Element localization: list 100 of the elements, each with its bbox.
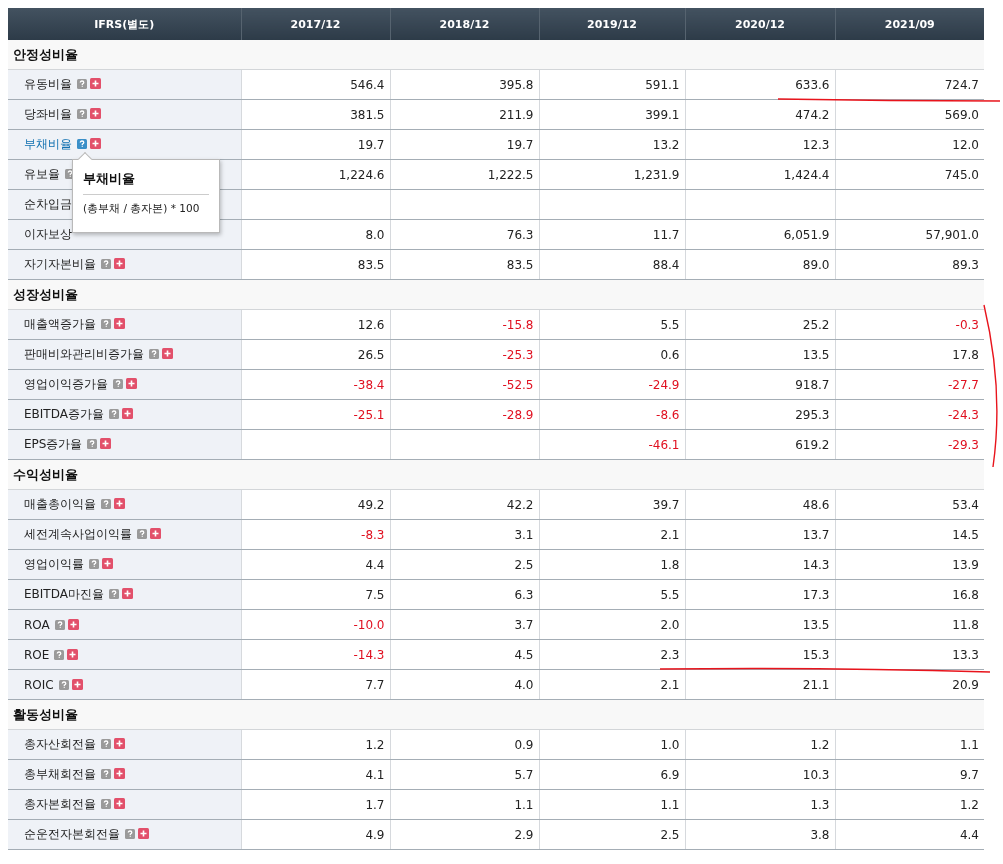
row-label[interactable]: 유보율 xyxy=(24,167,60,181)
table-cell: 2.9 xyxy=(514,827,534,842)
table-cell: -10.0 xyxy=(353,617,385,632)
expand-icon[interactable] xyxy=(67,648,79,660)
expand-icon[interactable] xyxy=(89,78,101,89)
help-icon[interactable] xyxy=(100,769,111,779)
help-icon[interactable] xyxy=(100,259,111,269)
table-cell: 11.7 xyxy=(652,227,680,242)
expand-icon[interactable] xyxy=(101,558,113,569)
row-label[interactable]: 영업이익증가율 xyxy=(24,377,108,391)
table-cell: 13.5 xyxy=(802,617,830,632)
table-cell: 4.4 xyxy=(959,827,979,842)
table-cell: -24.9 xyxy=(648,377,680,392)
expand-icon[interactable] xyxy=(121,408,133,419)
expand-icon[interactable] xyxy=(113,498,125,509)
row-label[interactable]: ROIC xyxy=(24,677,54,692)
expand-icon[interactable] xyxy=(89,108,101,119)
row-label[interactable]: 순차입금 xyxy=(24,197,72,211)
help-icon[interactable] xyxy=(108,409,119,419)
table-cell: 1.2 xyxy=(810,737,830,752)
expand-icon[interactable] xyxy=(121,588,133,599)
row-label[interactable]: 매출액증가율 xyxy=(24,317,96,331)
expand-icon[interactable] xyxy=(67,618,79,630)
help-icon[interactable] xyxy=(58,679,69,690)
expand-icon[interactable] xyxy=(113,738,125,749)
table-cell: -15.8 xyxy=(502,317,534,332)
row-label[interactable]: 매출총이익율 xyxy=(24,497,96,511)
table-cell: 6.3 xyxy=(514,587,534,602)
row-label[interactable]: 총부채회전율 xyxy=(24,767,96,781)
row-label[interactable]: EBITDA증가율 xyxy=(24,407,104,421)
row-label[interactable]: 총자산회전율 xyxy=(24,737,96,751)
row-label[interactable]: 순운전자본회전율 xyxy=(24,827,120,841)
table-cell: 1.2 xyxy=(959,797,979,812)
help-icon[interactable] xyxy=(124,829,135,839)
table-cell: 3.1 xyxy=(514,527,534,542)
table-cell: 1.1 xyxy=(660,797,680,812)
help-icon[interactable] xyxy=(100,319,111,329)
table-cell: 1.0 xyxy=(660,737,680,752)
expand-icon[interactable] xyxy=(125,378,137,389)
row-label[interactable]: 부채비율 xyxy=(24,137,72,151)
table-cell: 88.4 xyxy=(652,257,680,272)
help-icon[interactable] xyxy=(136,529,147,539)
expand-icon[interactable] xyxy=(113,798,125,809)
table-cell: -8.3 xyxy=(361,527,385,542)
expand-icon[interactable] xyxy=(100,438,112,449)
row-label[interactable]: EPS증가율 xyxy=(24,437,83,451)
expand-icon[interactable] xyxy=(113,258,125,269)
help-icon[interactable] xyxy=(76,109,87,119)
help-icon[interactable] xyxy=(76,139,87,149)
row-label[interactable]: 이자보상 xyxy=(24,227,72,241)
table-cell: 1,222.5 xyxy=(487,167,534,182)
table-cell: 14.5 xyxy=(952,527,979,542)
section-header: 성장성비율 xyxy=(8,279,984,310)
table-cell: 12.6 xyxy=(357,317,385,332)
row-label[interactable]: 영업이익률 xyxy=(24,557,84,571)
expand-icon[interactable] xyxy=(89,138,101,149)
table-cell: 26.5 xyxy=(357,347,385,362)
expand-icon[interactable] xyxy=(161,348,173,359)
table-cell: 2.5 xyxy=(660,827,680,842)
row-label[interactable]: ROE xyxy=(24,647,50,662)
section-header: 활동성비율 xyxy=(8,699,984,730)
help-icon[interactable] xyxy=(100,499,111,509)
help-icon[interactable] xyxy=(100,799,111,809)
expand-icon[interactable] xyxy=(113,318,125,329)
help-icon[interactable] xyxy=(64,169,75,179)
table-cell: 12.3 xyxy=(802,137,830,152)
table-cell: 13.3 xyxy=(952,647,979,662)
table-cell: 8.0 xyxy=(365,227,385,242)
help-icon[interactable] xyxy=(87,439,98,449)
expand-icon[interactable] xyxy=(137,828,149,839)
table-cell: 10.3 xyxy=(802,767,830,782)
help-icon[interactable] xyxy=(76,79,87,89)
table-cell: 7.5 xyxy=(365,587,385,602)
table-cell: -52.5 xyxy=(502,377,534,392)
column-header: 2019/12 xyxy=(539,8,685,40)
table-cell: 295.3 xyxy=(795,407,830,422)
table-cell: 0.6 xyxy=(660,347,680,362)
table-cell: 53.4 xyxy=(952,497,979,512)
table-cell: 2.3 xyxy=(660,647,680,662)
row-label[interactable]: 총자본회전율 xyxy=(24,797,96,811)
help-icon[interactable] xyxy=(88,559,99,569)
help-icon[interactable] xyxy=(148,349,159,359)
help-icon[interactable] xyxy=(108,589,119,599)
help-icon[interactable] xyxy=(112,379,123,389)
table-cell: 83.5 xyxy=(357,257,385,272)
row-label[interactable]: 자기자본비율 xyxy=(24,257,96,271)
table-cell: 474.2 xyxy=(795,107,830,122)
row-label[interactable]: 당좌비율 xyxy=(24,107,72,121)
help-icon[interactable] xyxy=(100,739,111,749)
row-label[interactable]: EBITDA마진율 xyxy=(24,587,104,601)
expand-icon[interactable] xyxy=(71,678,83,690)
help-icon[interactable] xyxy=(54,619,65,630)
help-icon[interactable] xyxy=(54,649,65,660)
expand-icon[interactable] xyxy=(149,528,161,539)
expand-icon[interactable] xyxy=(113,768,125,779)
table-cell: 591.1 xyxy=(645,77,680,92)
row-label[interactable]: 유동비율 xyxy=(24,77,72,91)
table-cell: 17.8 xyxy=(952,347,979,362)
row-label[interactable]: ROA xyxy=(24,617,50,632)
table-cell: 5.5 xyxy=(660,317,680,332)
